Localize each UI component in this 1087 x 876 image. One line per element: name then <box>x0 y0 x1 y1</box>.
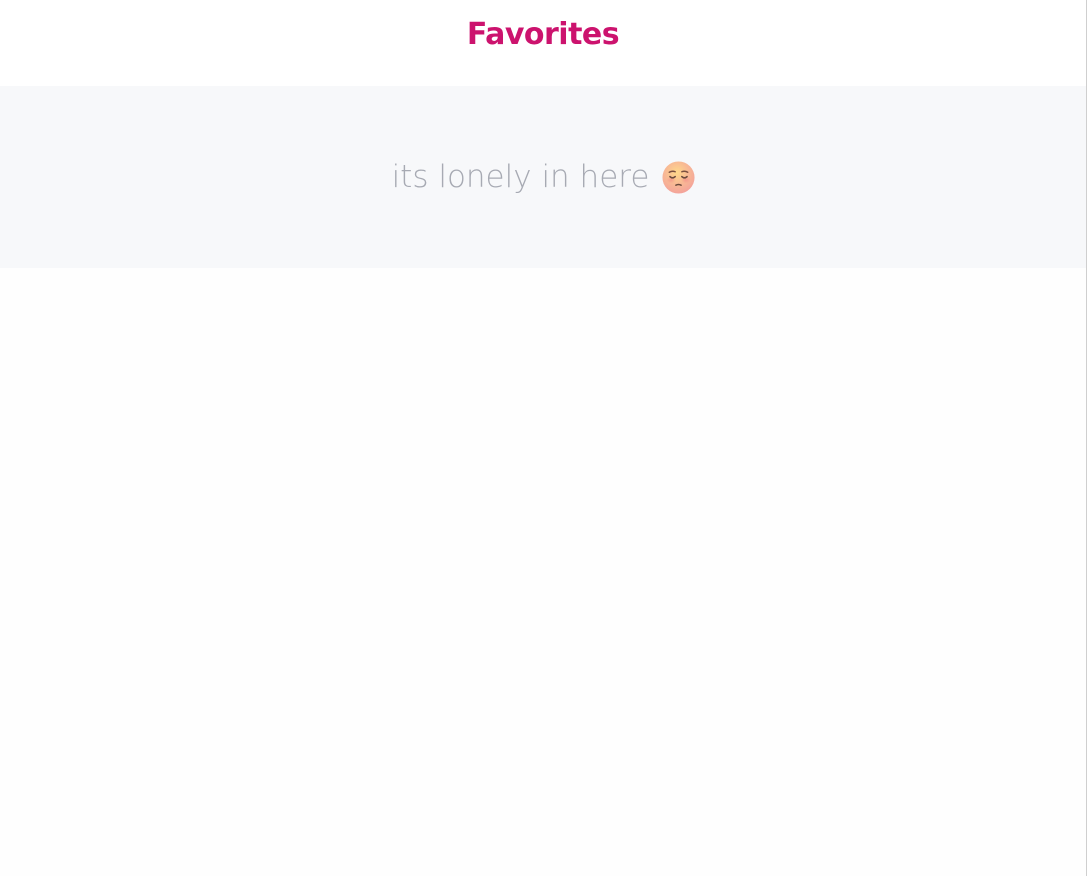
page-header: Favorites <box>0 0 1086 86</box>
empty-state-message: its lonely in here <box>391 159 650 195</box>
empty-state-panel: its lonely in here <box>0 86 1086 268</box>
page-title: Favorites <box>466 17 620 53</box>
empty-state-content: its lonely in here <box>392 159 697 195</box>
pensive-face-icon <box>661 160 696 195</box>
favorites-page: Favorites its lonely in here <box>0 0 1087 876</box>
